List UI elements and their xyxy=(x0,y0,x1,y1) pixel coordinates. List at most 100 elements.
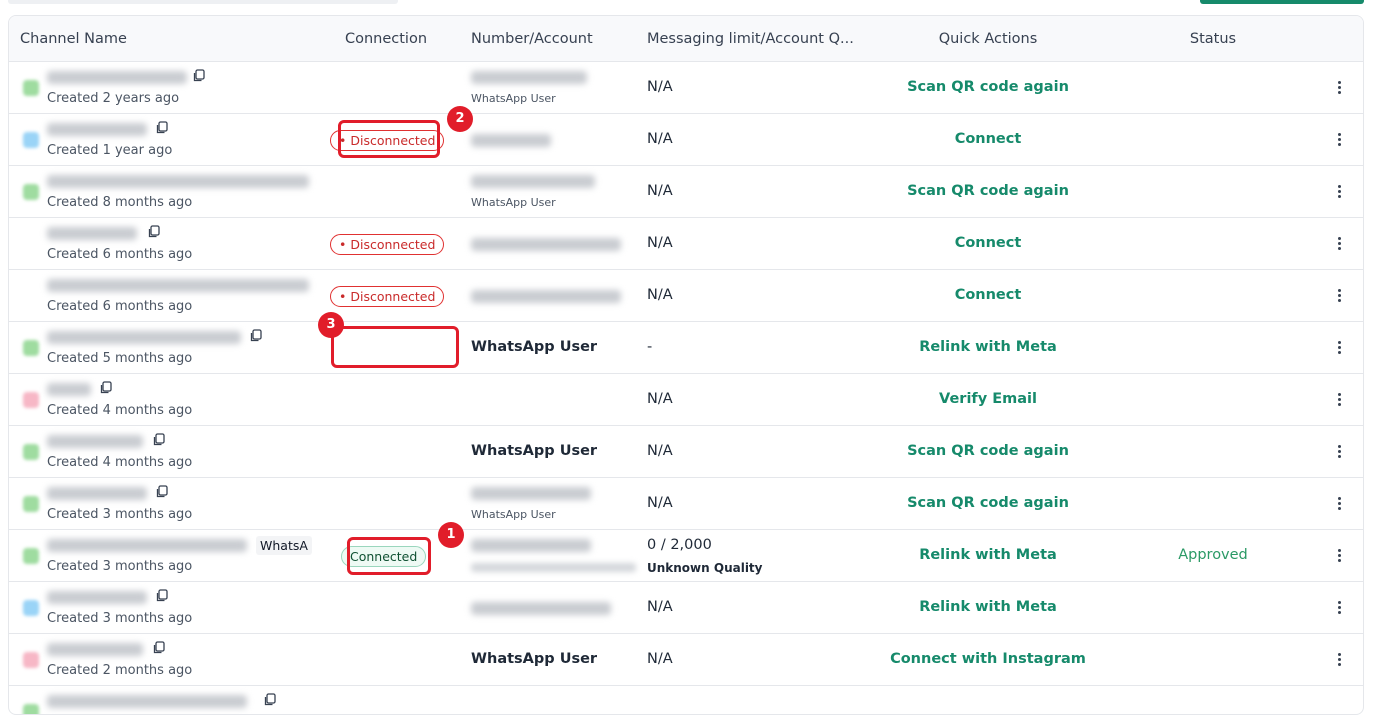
channels-table: Channel Name Connection Number/Account M… xyxy=(8,15,1364,715)
channel-name-redacted xyxy=(47,539,247,552)
copy-icon[interactable] xyxy=(99,381,113,395)
quick-action-link[interactable]: Scan QR code again xyxy=(889,79,1087,95)
table-row[interactable]: Created 4 months ago WhatsApp User N/A S… xyxy=(9,426,1363,478)
number-redacted xyxy=(471,487,591,500)
messaging-limit: N/A xyxy=(647,287,673,303)
quick-action-link[interactable]: Connect with Instagram xyxy=(889,651,1087,667)
email-channel-icon xyxy=(23,392,39,408)
created-date: Created 6 months ago xyxy=(47,299,193,314)
quick-action-link[interactable]: Relink with Meta xyxy=(889,547,1087,563)
messaging-limit: N/A xyxy=(647,443,673,459)
quick-action-link[interactable]: Connect xyxy=(889,131,1087,147)
table-header: Channel Name Connection Number/Account M… xyxy=(9,16,1363,62)
more-options-icon[interactable] xyxy=(1331,547,1347,565)
more-options-icon[interactable] xyxy=(1331,391,1347,409)
connection-status-label: Disconnected xyxy=(350,289,436,304)
highlight-box-empty-connection xyxy=(331,326,459,368)
more-options-icon[interactable] xyxy=(1331,79,1347,97)
created-date: Created 1 year ago xyxy=(47,143,173,158)
table-row[interactable]: Created 3 months ago N/A Relink with Met… xyxy=(9,582,1363,634)
header-channel-name[interactable]: Channel Name xyxy=(20,16,220,62)
more-options-icon[interactable] xyxy=(1331,339,1347,357)
quick-action-link[interactable]: Connect xyxy=(889,235,1087,251)
status-label: Approved xyxy=(1178,547,1248,563)
created-date: Created 8 months ago xyxy=(47,195,193,210)
table-row[interactable] xyxy=(9,686,1363,714)
whatsapp-channel-icon xyxy=(23,704,39,714)
header-connection[interactable]: Connection xyxy=(325,16,447,62)
table-row[interactable]: Created 3 months ago WhatsApp User N/A S… xyxy=(9,478,1363,530)
quick-action-link[interactable]: Connect xyxy=(889,287,1087,303)
messaging-limit: - xyxy=(647,339,653,355)
created-date: Created 6 months ago xyxy=(47,247,193,262)
copy-icon[interactable] xyxy=(147,225,161,239)
table-row[interactable]: WhatsA Created 3 months ago Connected 0 … xyxy=(9,530,1363,582)
more-options-icon[interactable] xyxy=(1331,235,1347,253)
messaging-limit: N/A xyxy=(647,131,673,147)
copy-icon[interactable] xyxy=(155,589,169,603)
quick-action-link[interactable]: Verify Email xyxy=(889,391,1087,407)
header-status[interactable]: Status xyxy=(1139,16,1287,62)
created-date: Created 4 months ago xyxy=(47,403,193,418)
table-row[interactable]: Created 6 months ago • Disconnected N/A … xyxy=(9,270,1363,322)
whatsapp-channel-icon xyxy=(23,184,39,200)
channel-name-redacted xyxy=(47,435,143,448)
connection-status-badge: • Disconnected xyxy=(330,234,445,255)
number-redacted xyxy=(471,175,595,188)
channel-name-redacted xyxy=(47,487,147,500)
channel-type-tag: WhatsA xyxy=(256,536,312,555)
header-number-account[interactable]: Number/Account xyxy=(471,16,641,62)
quick-action-link[interactable]: Scan QR code again xyxy=(889,183,1087,199)
table-row[interactable]: Created 2 months ago WhatsApp User N/A C… xyxy=(9,634,1363,686)
channel-name-redacted xyxy=(47,71,187,84)
top-action-button-edge[interactable] xyxy=(1200,0,1364,4)
channel-name-redacted xyxy=(47,643,143,656)
table-row[interactable]: Created 5 months ago WhatsApp User - Rel… xyxy=(9,322,1363,374)
copy-icon[interactable] xyxy=(155,485,169,499)
created-date: Created 4 months ago xyxy=(47,455,193,470)
channel-name-redacted xyxy=(47,331,241,344)
connection-status-badge: • Disconnected xyxy=(330,286,445,307)
whatsapp-channel-icon xyxy=(23,496,39,512)
created-date: Created 2 years ago xyxy=(47,91,180,106)
messaging-limit: N/A xyxy=(647,183,673,199)
copy-icon[interactable] xyxy=(249,329,263,343)
copy-icon[interactable] xyxy=(263,693,277,707)
account-name: WhatsApp User xyxy=(471,443,598,459)
created-date: Created 3 months ago xyxy=(47,559,193,574)
messaging-limit: N/A xyxy=(647,235,673,251)
table-row[interactable]: Created 4 months ago N/A Verify Email xyxy=(9,374,1363,426)
more-options-icon[interactable] xyxy=(1331,131,1347,149)
highlight-box-connected xyxy=(347,537,431,575)
more-options-icon[interactable] xyxy=(1331,495,1347,513)
account-redacted xyxy=(471,134,551,147)
header-quick-actions[interactable]: Quick Actions xyxy=(889,16,1087,62)
quick-action-link[interactable]: Scan QR code again xyxy=(889,495,1087,511)
table-row[interactable]: Created 8 months ago WhatsApp User N/A S… xyxy=(9,166,1363,218)
quick-action-link[interactable]: Scan QR code again xyxy=(889,443,1087,459)
more-options-icon[interactable] xyxy=(1331,287,1347,305)
number-redacted xyxy=(471,71,587,84)
table-row[interactable]: Created 6 months ago • Disconnected N/A … xyxy=(9,218,1363,270)
table-row[interactable]: Created 2 years ago WhatsApp User N/A Sc… xyxy=(9,62,1363,114)
copy-icon[interactable] xyxy=(192,69,206,83)
created-date: Created 3 months ago xyxy=(47,507,193,522)
copy-icon[interactable] xyxy=(152,433,166,447)
more-options-icon[interactable] xyxy=(1331,651,1347,669)
more-options-icon[interactable] xyxy=(1331,599,1347,617)
created-date: Created 2 months ago xyxy=(47,663,193,678)
more-options-icon[interactable] xyxy=(1331,183,1347,201)
copy-icon[interactable] xyxy=(155,121,169,135)
created-date: Created 3 months ago xyxy=(47,611,193,626)
annotation-marker: 2 xyxy=(447,106,473,132)
number-redacted xyxy=(471,539,591,552)
table-row[interactable]: Created 1 year ago • Disconnected N/A Co… xyxy=(9,114,1363,166)
copy-icon[interactable] xyxy=(152,641,166,655)
messaging-limit: N/A xyxy=(647,391,673,407)
messenger-channel-icon xyxy=(23,600,39,616)
quick-action-link[interactable]: Relink with Meta xyxy=(889,599,1087,615)
header-messaging-limit[interactable]: Messaging limit/Account Q... xyxy=(647,16,862,62)
more-options-icon[interactable] xyxy=(1331,443,1347,461)
quick-action-link[interactable]: Relink with Meta xyxy=(889,339,1087,355)
account-type-label: WhatsApp User xyxy=(471,196,556,209)
